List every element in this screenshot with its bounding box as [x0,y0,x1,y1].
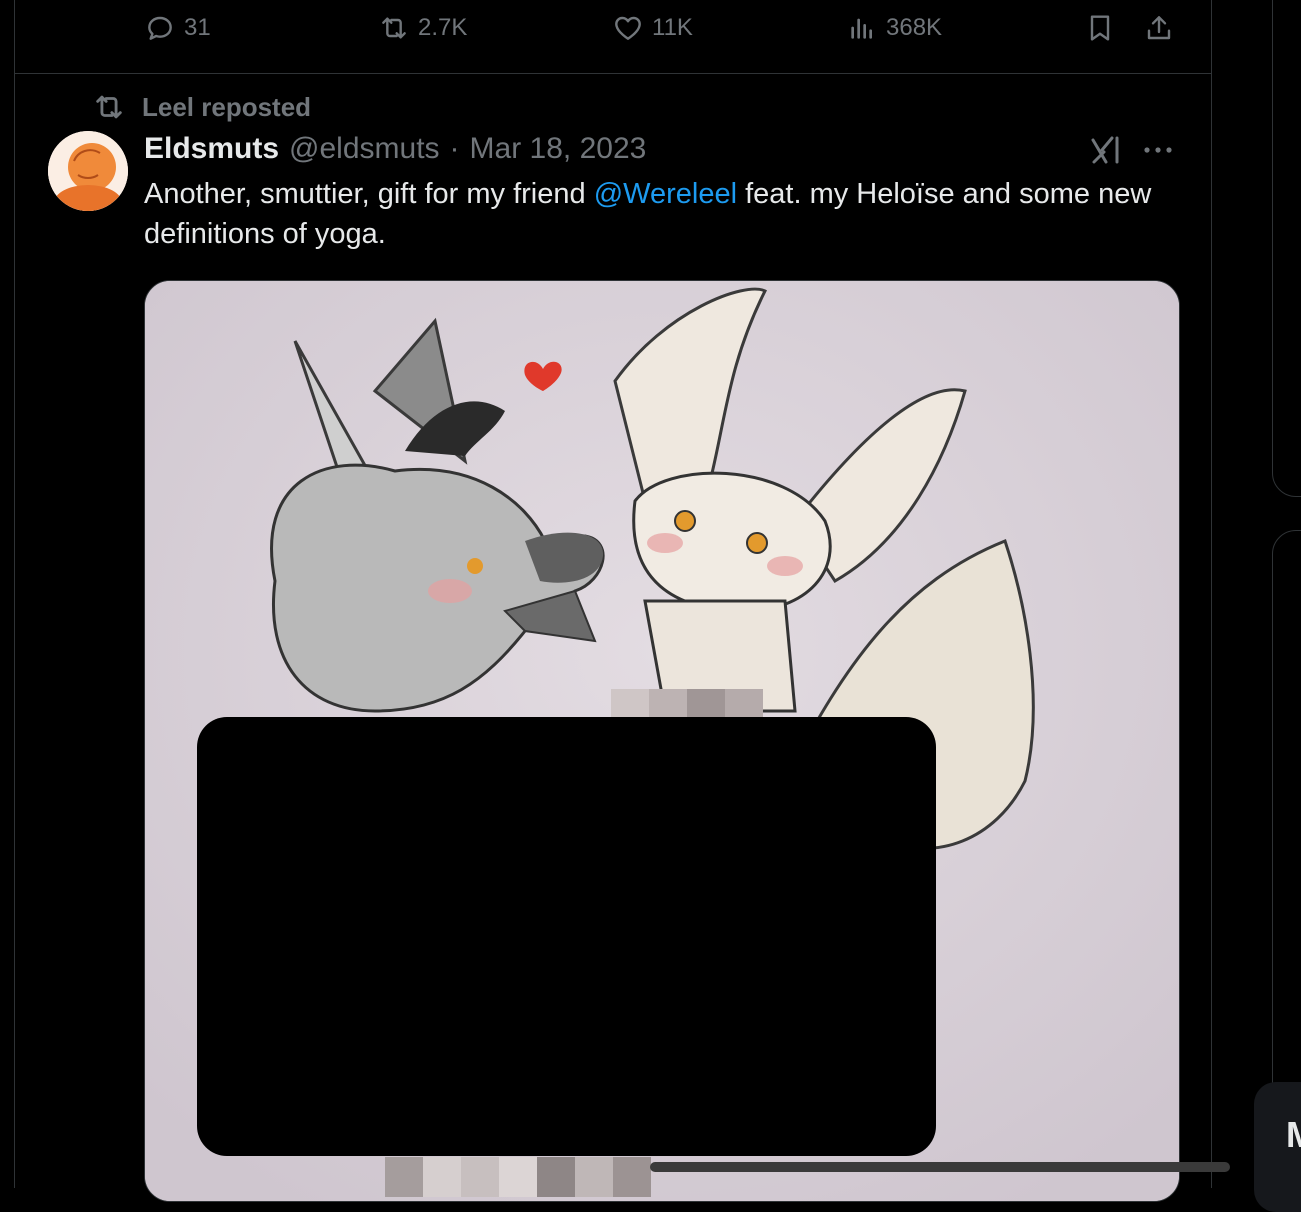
views-count: 368K [886,14,943,41]
more-icon [1144,147,1172,153]
pixelated-region [613,1157,651,1197]
reply-button[interactable]: 31 [144,12,211,44]
pixelated-region [461,1157,499,1197]
pixelated-region [423,1157,461,1197]
grok-button[interactable] [1090,134,1124,171]
repost-count: 2.7K [418,14,468,41]
like-count: 11K [652,14,693,41]
share-button[interactable] [1143,12,1175,49]
repost-button[interactable]: 2.7K [378,12,467,44]
post-date[interactable]: Mar 18, 2023 [470,132,647,166]
pixelated-region [725,689,763,719]
bookmark-button[interactable] [1084,12,1116,49]
grok-icon [1091,136,1119,164]
timeline-left-border [14,0,15,1188]
repost-icon [96,95,122,119]
author-name[interactable]: Eldsmuts [144,132,279,166]
like-icon [615,16,641,40]
sidebar-card-top [1272,0,1301,497]
header-separator: · [449,132,460,165]
more-options-button[interactable] [1140,134,1176,171]
post-media[interactable] [144,280,1180,1202]
pixelated-region [537,1157,575,1197]
repost-label: Leel reposted [142,91,312,122]
pixelated-region [575,1157,613,1197]
censor-box [197,717,936,1156]
pixelated-region [649,689,687,719]
timeline-right-border [1211,0,1212,1188]
reply-count: 31 [184,14,211,41]
post-text: Another, smuttier, gift for my friend @W… [144,174,1184,254]
pixelated-region [687,689,725,719]
post-divider [14,73,1212,74]
pixelated-region [499,1157,537,1197]
like-button[interactable]: 11K [612,12,693,44]
avatar[interactable] [48,131,128,211]
views-button[interactable]: 368K [846,12,942,44]
pixelated-region [385,1157,423,1197]
post-text-part1: Another, smuttier, gift for my friend [144,178,594,210]
messages-button[interactable]: M [1254,1082,1301,1212]
author-handle[interactable]: @eldsmuts [289,132,440,166]
messages-button-label: M [1286,1114,1301,1156]
avatar-image [48,131,128,211]
repost-header[interactable]: Leel reposted [92,90,311,124]
views-icon [851,18,872,39]
sidebar-card-middle [1272,530,1301,1132]
share-icon [1147,16,1171,40]
post-header: Eldsmuts @eldsmuts · Mar 18, 2023 [144,132,646,166]
mention-link[interactable]: @Wereleel [594,178,737,210]
media-progress-bar[interactable] [650,1162,1230,1172]
repost-icon [382,17,406,39]
pixelated-region [611,689,649,719]
bookmark-icon [1090,15,1110,41]
reply-icon [148,16,172,40]
